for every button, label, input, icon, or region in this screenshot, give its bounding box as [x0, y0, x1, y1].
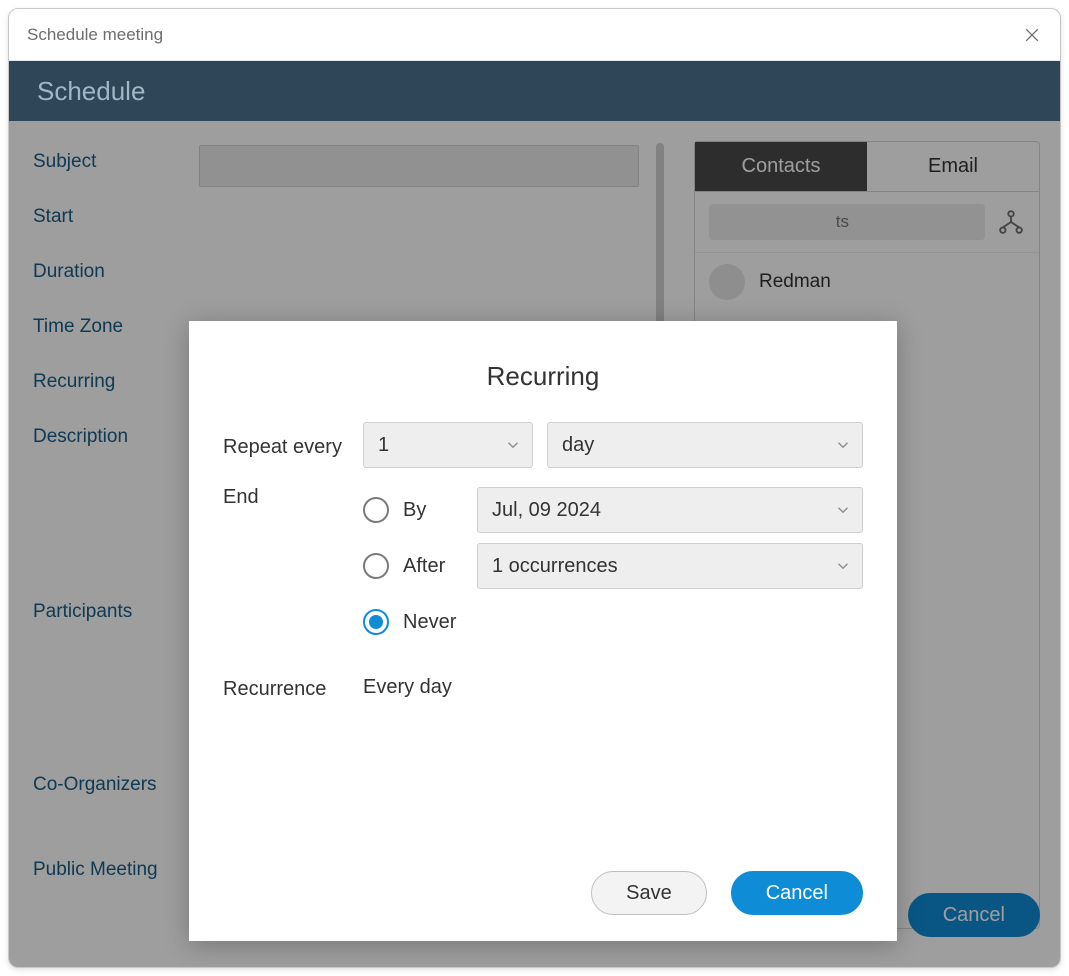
recurrence-label: Recurrence [223, 674, 363, 701]
main-body: Subject Start Duration Time Zone Recurri… [9, 121, 1060, 967]
end-after-label: After [403, 555, 463, 578]
end-by-date-value: Jul, 09 2024 [492, 499, 601, 522]
end-by-date-select[interactable]: Jul, 09 2024 [477, 487, 863, 533]
modal-title: Recurring [223, 361, 863, 392]
end-by-label: By [403, 499, 463, 522]
chevron-down-icon [834, 436, 852, 454]
repeat-interval-value: 1 [378, 434, 389, 457]
modal-cancel-label: Cancel [766, 882, 828, 905]
end-after-radio[interactable] [363, 553, 389, 579]
recurrence-summary: Every day [363, 676, 452, 699]
end-by-radio[interactable] [363, 497, 389, 523]
close-icon[interactable] [1022, 25, 1042, 45]
window-title: Schedule meeting [27, 25, 163, 45]
navbar: Schedule [9, 61, 1060, 121]
repeat-every-label: Repeat every [223, 432, 363, 459]
repeat-unit-select[interactable]: day [547, 422, 863, 468]
navbar-title: Schedule [37, 76, 145, 107]
chevron-down-icon [834, 501, 852, 519]
end-after-occurrences-select[interactable]: 1 occurrences [477, 543, 863, 589]
end-label: End [223, 482, 363, 509]
titlebar: Schedule meeting [9, 9, 1060, 61]
chevron-down-icon [834, 557, 852, 575]
modal-cancel-button[interactable]: Cancel [731, 871, 863, 915]
repeat-interval-select[interactable]: 1 [363, 422, 533, 468]
modal-save-label: Save [626, 882, 672, 905]
modal-save-button[interactable]: Save [591, 871, 707, 915]
recurring-modal: Recurring Repeat every 1 day End [189, 321, 897, 941]
repeat-unit-value: day [562, 434, 594, 457]
app-window: Schedule meeting Schedule Subject Start … [8, 8, 1061, 968]
end-never-radio[interactable] [363, 609, 389, 635]
end-never-label: Never [403, 611, 456, 634]
end-after-value: 1 occurrences [492, 555, 618, 578]
chevron-down-icon [504, 436, 522, 454]
